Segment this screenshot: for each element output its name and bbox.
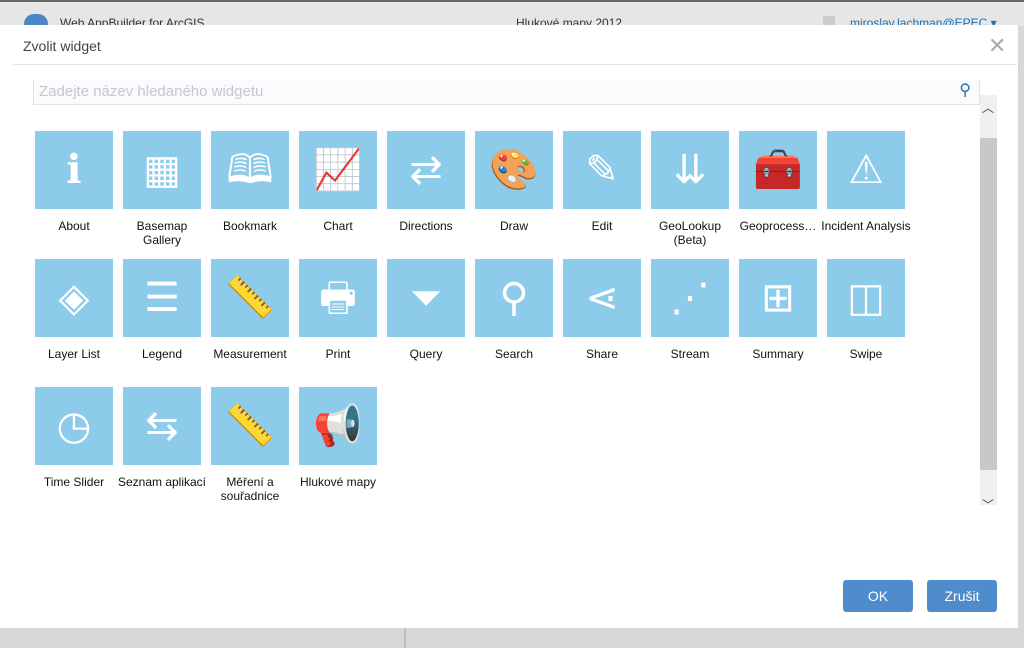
- widget-label: Query: [409, 347, 443, 361]
- widget-label: Layer List: [47, 347, 101, 361]
- search-icon: ⚲: [475, 259, 553, 337]
- chevron-up-icon[interactable]: ︿: [982, 99, 994, 116]
- widget-geoprocess-[interactable]: 🧰 Geoprocess…: [739, 131, 817, 233]
- funnel-icon: ⏷: [387, 259, 465, 337]
- widget-m-en-a-sou-adnice[interactable]: 📏 Měření a souřadnice: [211, 387, 289, 503]
- palette-icon: 🎨: [475, 131, 553, 209]
- swap-arrows-icon: ⇆: [123, 387, 201, 465]
- widget-search[interactable]: ⚲ Search: [475, 259, 553, 361]
- widget-time-slider[interactable]: ◷ Time Slider: [35, 387, 113, 489]
- background-panel: [0, 628, 1024, 648]
- widget-label: Seznam aplikací: [117, 475, 207, 489]
- widget-incident-analysis[interactable]: ⚠ Incident Analysis: [821, 131, 911, 233]
- search-icon[interactable]: ⚲: [959, 80, 971, 100]
- widget-label: Basemap Gallery: [136, 219, 188, 247]
- toolbox-icon: 🧰: [739, 131, 817, 209]
- widget-measurement[interactable]: 📏 Measurement: [211, 259, 289, 361]
- chevron-down-icon[interactable]: ﹀: [982, 496, 994, 513]
- ruler-icon: 📏: [211, 259, 289, 337]
- widget-bookmark[interactable]: 🕮 Bookmark: [211, 131, 289, 233]
- swipe-icon: ◫: [827, 259, 905, 337]
- widget-basemap-gallery[interactable]: ▦ Basemap Gallery: [123, 131, 201, 247]
- widget-about[interactable]: ℹ About: [35, 131, 113, 233]
- widget-label: Search: [494, 347, 534, 361]
- choose-widget-dialog: Zvolit widget ✕ ⚲ ℹ About ▦ Basemap Gallery…: [0, 25, 1018, 628]
- scrollbar-thumb[interactable]: [980, 138, 997, 470]
- widget-share[interactable]: ⋖ Share: [563, 259, 641, 361]
- widget-seznam-aplikac-[interactable]: ⇆ Seznam aplikací: [118, 387, 206, 489]
- widget-label: Stream: [670, 347, 710, 361]
- chart-icon: 📈: [299, 131, 377, 209]
- widget-legend[interactable]: ☰ Legend: [123, 259, 201, 361]
- cancel-button[interactable]: Zrušit: [927, 580, 997, 612]
- search-box: ⚲: [33, 80, 980, 105]
- widget-layer-list[interactable]: ◈ Layer List: [35, 259, 113, 361]
- clock-icon: ◷: [35, 387, 113, 465]
- grid-icon: ▦: [123, 131, 201, 209]
- widget-label: About: [58, 219, 90, 233]
- widget-label: Hlukové mapy: [299, 475, 377, 489]
- widget-stream[interactable]: ⋰ Stream: [651, 259, 729, 361]
- dialog-title: Zvolit widget: [23, 38, 101, 54]
- divider: [13, 64, 1017, 65]
- widget-label: Bookmark: [222, 219, 278, 233]
- widget-label: Directions: [399, 219, 453, 233]
- info-icon: ℹ: [35, 131, 113, 209]
- widget-label: Draw: [499, 219, 528, 233]
- close-icon[interactable]: ✕: [988, 33, 1006, 59]
- warning-icon: ⚠: [827, 131, 905, 209]
- widget-hlukov-mapy[interactable]: 📢 Hlukové mapy: [299, 387, 377, 489]
- edit-icon: ✎: [563, 131, 641, 209]
- scrollbar[interactable]: ︿ ﹀: [980, 95, 997, 512]
- share-icon: ⋖: [563, 259, 641, 337]
- widget-swipe[interactable]: ◫ Swipe: [827, 259, 905, 361]
- divider: [404, 628, 406, 648]
- widget-label: Time Slider: [43, 475, 105, 489]
- widget-label: Swipe: [849, 347, 883, 361]
- widget-label: Měření a souřadnice: [220, 475, 280, 503]
- widget-label: Share: [585, 347, 619, 361]
- widget-draw[interactable]: 🎨 Draw: [475, 131, 553, 233]
- widget-print[interactable]: 🖶 Print: [299, 259, 377, 361]
- layers-icon: ◈: [35, 259, 113, 337]
- app-header: Web AppBuilder for ArcGIS Hlukové mapy 2…: [0, 0, 1024, 30]
- stream-icon: ⋰: [651, 259, 729, 337]
- ruler-icon: 📏: [211, 387, 289, 465]
- widget-label: Measurement: [213, 347, 287, 361]
- ok-button[interactable]: OK: [843, 580, 913, 612]
- widget-label: Chart: [323, 219, 353, 233]
- legend-icon: ☰: [123, 259, 201, 337]
- megaphone-icon: 📢: [299, 387, 377, 465]
- widget-label: Legend: [141, 347, 183, 361]
- calculator-icon: ⊞: [739, 259, 817, 337]
- widget-query[interactable]: ⏷ Query: [387, 259, 465, 361]
- widget-label: Incident Analysis: [821, 219, 911, 233]
- widget-geolookup-beta-[interactable]: ⇊ GeoLookup (Beta): [651, 131, 729, 247]
- widget-summary[interactable]: ⊞ Summary: [739, 259, 817, 361]
- widget-edit[interactable]: ✎ Edit: [563, 131, 641, 233]
- widget-search-input[interactable]: [34, 80, 934, 102]
- widget-label: Summary: [752, 347, 804, 361]
- directions-icon: ⇄: [387, 131, 465, 209]
- widget-label: Edit: [591, 219, 613, 233]
- widget-directions[interactable]: ⇄ Directions: [387, 131, 465, 233]
- widget-label: Geoprocess…: [739, 219, 817, 233]
- geolookup-icon: ⇊: [651, 131, 729, 209]
- widget-label: Print: [325, 347, 351, 361]
- bookmark-icon: 🕮: [211, 131, 289, 209]
- widget-chart[interactable]: 📈 Chart: [299, 131, 377, 233]
- widget-label: GeoLookup (Beta): [658, 219, 722, 247]
- printer-icon: 🖶: [299, 259, 377, 337]
